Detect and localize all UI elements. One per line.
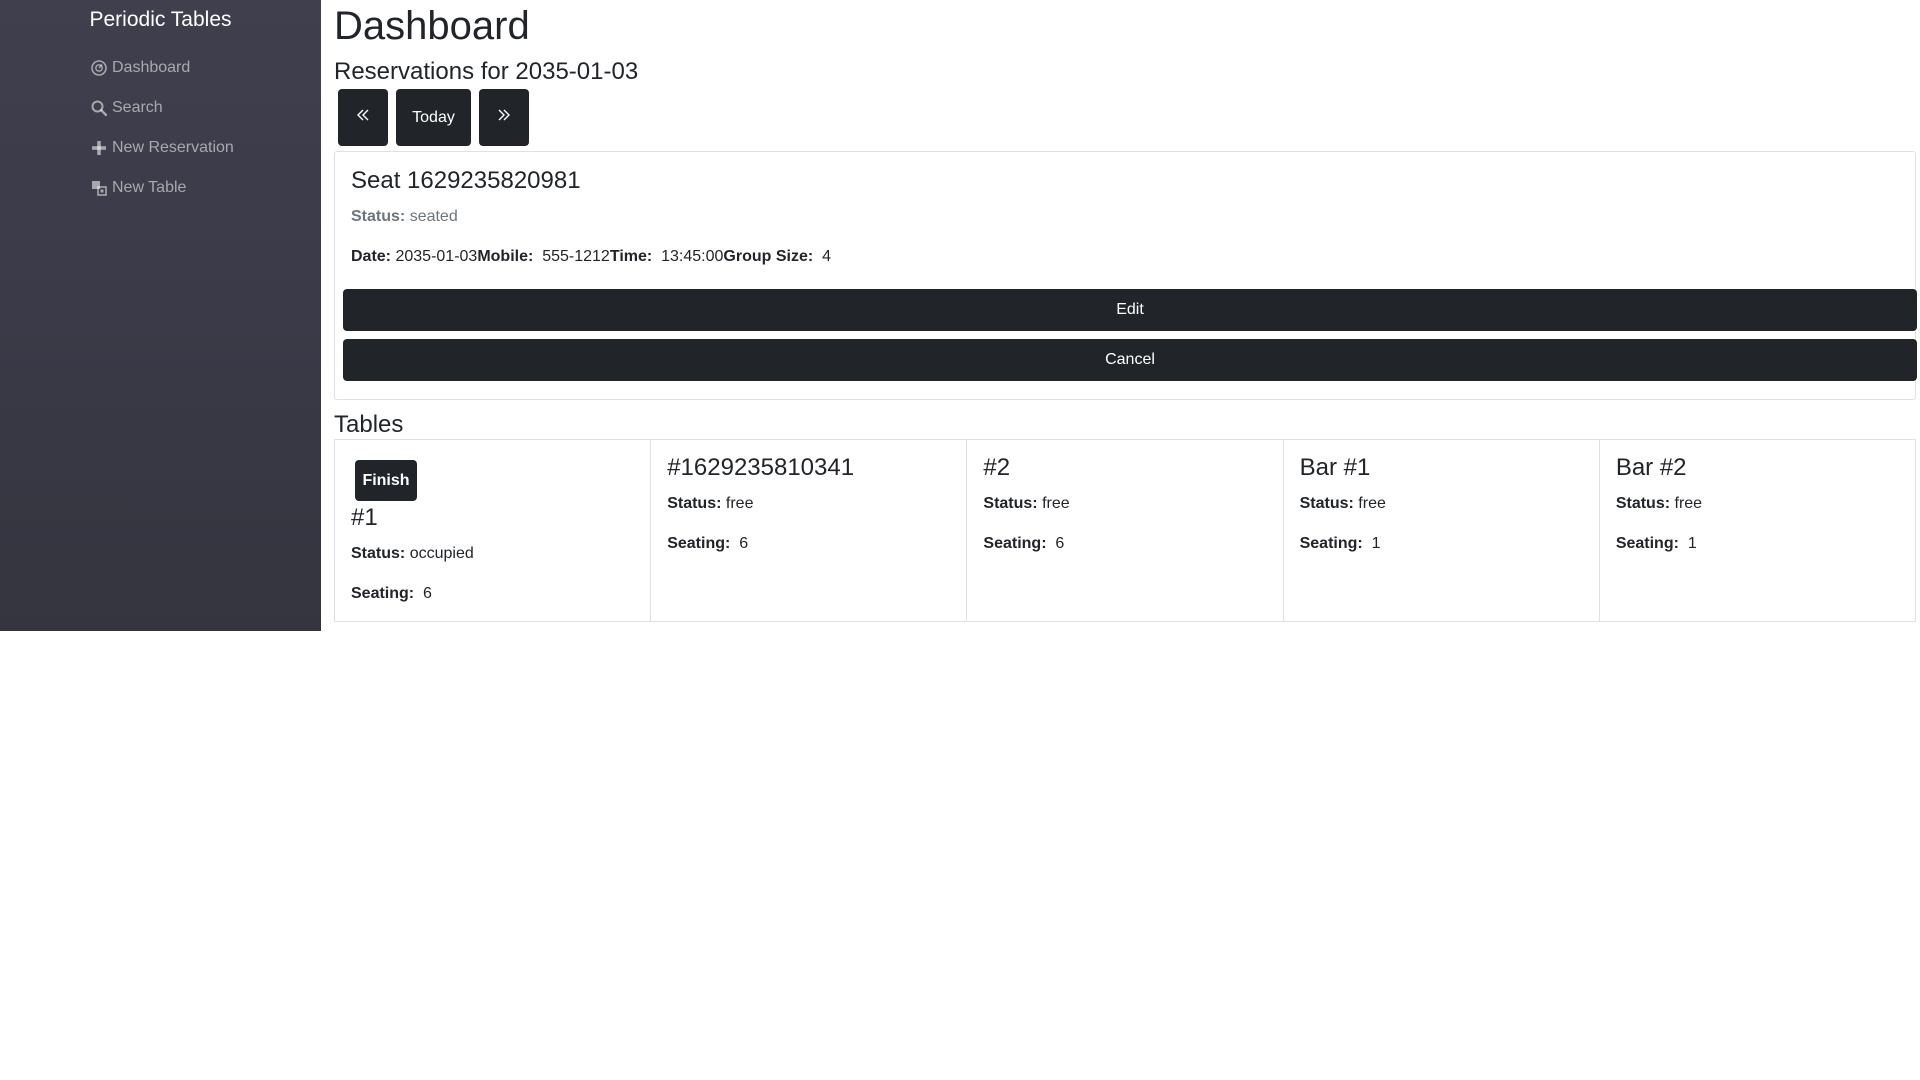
double-chevron-left-icon bbox=[355, 107, 371, 128]
sidebar-item-search[interactable]: Search bbox=[90, 88, 234, 128]
sidebar-nav: Dashboard Search New Reservation New Tab… bbox=[90, 48, 234, 208]
mobile-label: Mobile: bbox=[477, 248, 534, 265]
next-day-button[interactable] bbox=[479, 89, 529, 146]
table-status: Status: free bbox=[983, 495, 1069, 513]
reservation-status: Status: seated bbox=[351, 208, 458, 226]
reservation-title: Seat 1629235820981 bbox=[351, 167, 581, 194]
table-card: #1629235810341 Status: free Seating: 6 bbox=[651, 440, 968, 621]
status-label: Status: bbox=[351, 208, 406, 225]
table-status: Status: free bbox=[1616, 495, 1702, 513]
seating-value: 6 bbox=[423, 585, 432, 602]
status-value: seated bbox=[409, 208, 458, 225]
double-chevron-right-icon bbox=[496, 107, 512, 128]
group-size-value: 4 bbox=[822, 248, 831, 265]
seating-label: Seating: bbox=[1615, 535, 1679, 552]
date-value: 2035-01-03 bbox=[395, 248, 478, 265]
table-card: Bar #2 Status: free Seating: 1 bbox=[1600, 440, 1915, 621]
previous-day-button[interactable] bbox=[338, 89, 388, 146]
sidebar-item-new-table[interactable]: New Table bbox=[90, 168, 234, 208]
dashboard-icon bbox=[90, 59, 108, 77]
table-status: Status: free bbox=[667, 495, 753, 513]
reservation-card: Seat 1629235820981 Status: seated Date: … bbox=[334, 151, 1917, 400]
seating-label: Seating: bbox=[983, 535, 1047, 552]
cancel-button[interactable]: Cancel bbox=[343, 339, 1917, 381]
status-label: Status: bbox=[1299, 495, 1354, 512]
seating-value: 1 bbox=[1687, 535, 1697, 552]
status-value: free bbox=[1674, 495, 1703, 512]
table-card: Bar #1 Status: free Seating: 1 bbox=[1284, 440, 1600, 621]
table-name: Bar #2 bbox=[1615, 454, 1687, 481]
table-name: #1629235810341 bbox=[667, 454, 855, 481]
status-value: occupied bbox=[409, 545, 474, 562]
group-size-label: Group Size: bbox=[723, 248, 814, 265]
table-status: Status: occupied bbox=[351, 545, 474, 563]
seating-label: Seating: bbox=[667, 535, 731, 552]
tables-icon bbox=[90, 179, 108, 197]
seating-value: 6 bbox=[1055, 535, 1065, 552]
sidebar-item-new-reservation[interactable]: New Reservation bbox=[90, 128, 234, 168]
finish-button[interactable]: Finish bbox=[355, 460, 417, 501]
seating-value: 1 bbox=[1371, 535, 1381, 552]
seating-label: Seating: bbox=[351, 585, 415, 602]
table-card: #2 Status: free Seating: 6 bbox=[967, 440, 1284, 621]
table-seating: Seating: 6 bbox=[983, 535, 1064, 553]
reservation-details: Date: 2035-01-03Mobile: 555-1212Time: 13… bbox=[351, 248, 831, 266]
app-root: Periodic Tables Dashboard Search New Res… bbox=[0, 0, 1920, 1080]
page-title: Dashboard bbox=[334, 4, 530, 48]
table-card: Finish #1 Status: occupied Seating: 6 bbox=[335, 440, 652, 621]
sidebar-item-label: New Reservation bbox=[112, 139, 234, 156]
status-label: Status: bbox=[1615, 495, 1671, 512]
table-name: Bar #1 bbox=[1299, 454, 1371, 481]
today-button[interactable]: Today bbox=[396, 89, 471, 146]
date-navigation: Today bbox=[338, 89, 537, 146]
date-label: Date: bbox=[351, 248, 392, 265]
seating-value: 6 bbox=[739, 535, 749, 552]
table-seating: Seating: 1 bbox=[1616, 535, 1697, 553]
status-value: free bbox=[725, 495, 754, 512]
sidebar-item-label: Dashboard bbox=[112, 59, 191, 76]
table-seating: Seating: 1 bbox=[1300, 535, 1381, 553]
table-name: #2 bbox=[983, 454, 1011, 481]
sidebar-item-label: Search bbox=[112, 99, 163, 116]
status-label: Status: bbox=[351, 545, 406, 562]
seating-label: Seating: bbox=[1299, 535, 1363, 552]
status-value: free bbox=[1358, 495, 1386, 512]
status-label: Status: bbox=[983, 495, 1038, 512]
brand-title[interactable]: Periodic Tables bbox=[0, 8, 321, 32]
table-status: Status: free bbox=[1300, 495, 1386, 513]
plus-icon bbox=[90, 139, 108, 157]
edit-button[interactable]: Edit bbox=[343, 289, 1917, 331]
mobile-value: 555-1212 bbox=[542, 248, 610, 265]
status-value: free bbox=[1042, 495, 1070, 512]
reservations-date-heading: Reservations for 2035-01-03 bbox=[334, 58, 639, 85]
table-name: #1 bbox=[351, 504, 378, 531]
tables-heading: Tables bbox=[334, 411, 404, 438]
status-label: Status: bbox=[667, 495, 722, 512]
tables-grid: Finish #1 Status: occupied Seating: 6 #1… bbox=[334, 439, 1916, 622]
table-seating: Seating: 6 bbox=[667, 535, 748, 553]
sidebar-item-label: New Table bbox=[112, 179, 187, 196]
search-icon bbox=[90, 99, 108, 117]
time-label: Time: bbox=[609, 248, 653, 265]
sidebar-item-dashboard[interactable]: Dashboard bbox=[90, 48, 234, 88]
time-value: 13:45:00 bbox=[661, 248, 724, 265]
sidebar: Periodic Tables Dashboard Search New Res… bbox=[0, 0, 321, 631]
table-seating: Seating: 6 bbox=[351, 585, 432, 603]
